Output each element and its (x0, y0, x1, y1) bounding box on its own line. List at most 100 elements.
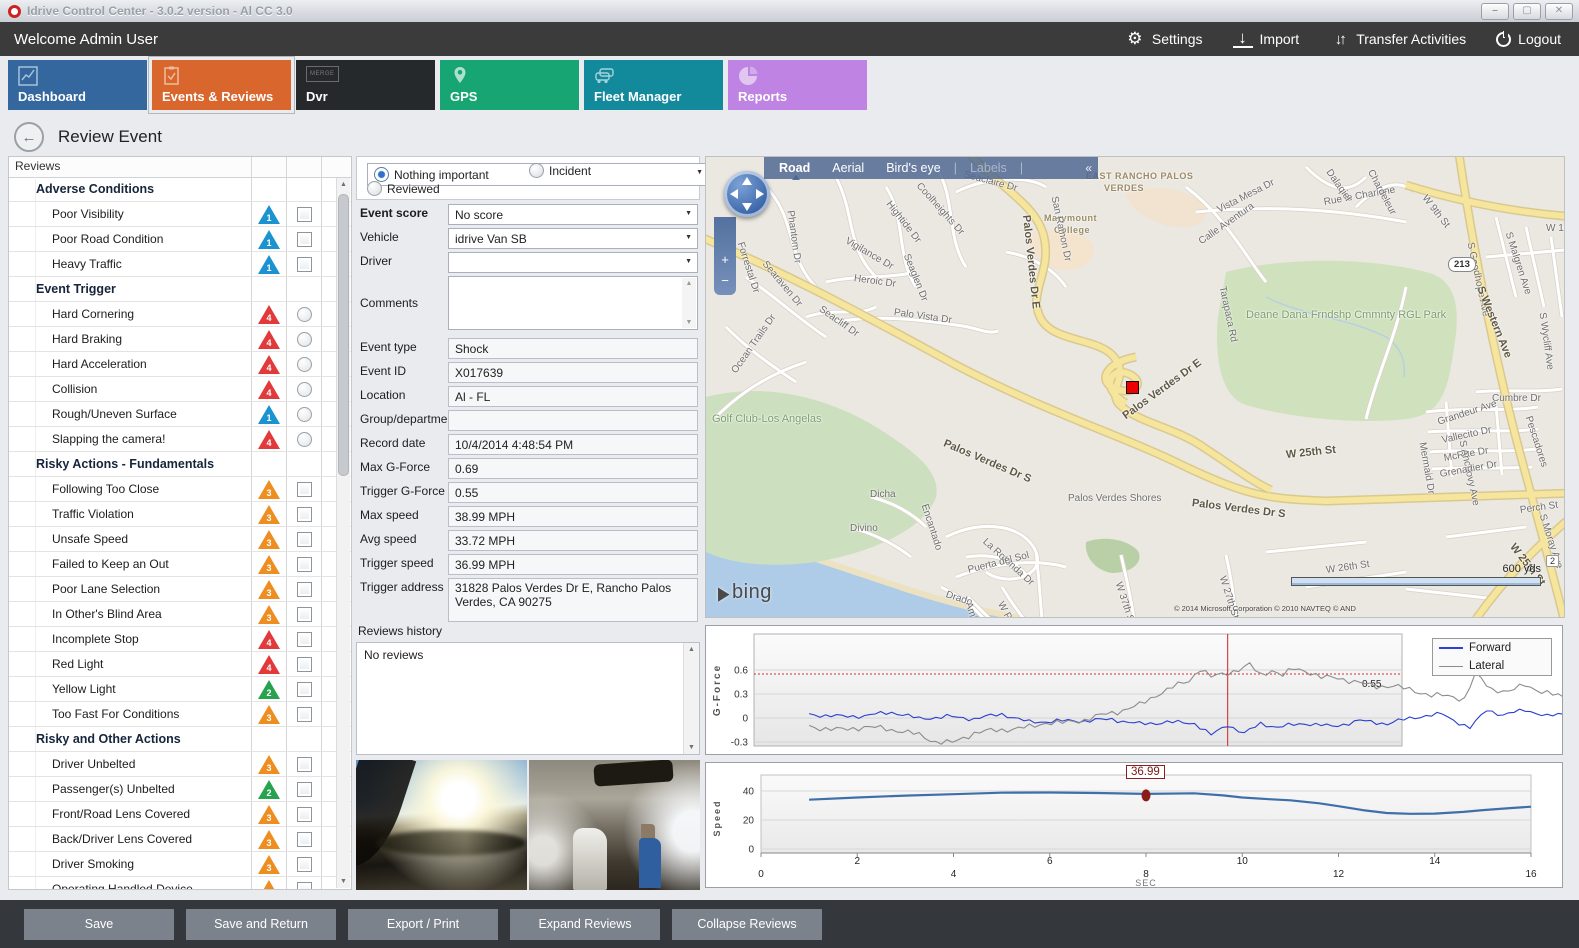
review-item-row[interactable]: Poor Lane Selection3 (9, 577, 351, 602)
bing-map[interactable]: Road Aerial Bird's eye | Labels | « + − … (705, 156, 1565, 618)
review-item-row[interactable]: Driver Smoking3 (9, 852, 351, 877)
tree-collapse-icon[interactable] (9, 452, 36, 476)
checkbox-icon[interactable] (297, 557, 312, 572)
transfer-activities-button[interactable]: ↓↑ Transfer Activities (1329, 29, 1466, 49)
review-item-row[interactable]: Following Too Close3 (9, 477, 351, 502)
review-item-row[interactable]: Passenger(s) Unbelted2 (9, 777, 351, 802)
review-item-row[interactable]: Too Fast For Conditions3 (9, 702, 351, 727)
map-aerial-button[interactable]: Aerial (823, 161, 873, 175)
reviews-history-scrollbar[interactable]: ▲ ▼ (683, 643, 699, 754)
event-location-marker[interactable] (1126, 381, 1139, 394)
review-item-row[interactable]: Operating Handled Device3 (9, 877, 351, 889)
export-print-button[interactable]: Export / Print (348, 909, 498, 940)
review-item-row[interactable]: Heavy Traffic1 (9, 252, 351, 277)
comments-textarea[interactable]: ▲▼ (448, 276, 698, 330)
tab-reports[interactable]: Reports (728, 60, 867, 110)
scroll-down-icon[interactable]: ▼ (337, 875, 350, 888)
checkbox-icon[interactable] (297, 232, 312, 247)
pan-left-icon[interactable] (730, 189, 738, 199)
tab-gps[interactable]: GPS (440, 60, 579, 110)
checkbox-icon[interactable] (297, 657, 312, 672)
map-pan-control[interactable] (724, 171, 770, 217)
scroll-up-icon[interactable]: ▲ (337, 178, 350, 191)
checkbox-icon[interactable] (297, 807, 312, 822)
review-item-row[interactable]: In Other's Blind Area3 (9, 602, 351, 627)
checkbox-icon[interactable] (297, 207, 312, 222)
tab-events-reviews[interactable]: Events & Reviews (152, 60, 291, 110)
checkbox-icon[interactable] (297, 707, 312, 722)
cabin-camera-video[interactable] (529, 760, 700, 890)
map-labels-button[interactable]: Labels (961, 161, 1016, 175)
save-and-return-button[interactable]: Save and Return (186, 909, 336, 940)
pan-up-icon[interactable] (742, 177, 752, 185)
field-select[interactable]: idrive Van SB (448, 228, 698, 249)
logout-button[interactable]: Logout (1496, 31, 1561, 47)
field-select[interactable]: No score (448, 204, 698, 225)
radio-icon[interactable] (297, 382, 312, 397)
radio-icon[interactable] (297, 332, 312, 347)
checkbox-icon[interactable] (297, 507, 312, 522)
checkbox-icon[interactable] (297, 832, 312, 847)
radio-icon[interactable] (297, 357, 312, 372)
review-item-row[interactable]: Slapping the camera!4 (9, 427, 351, 452)
scroll-up-icon[interactable]: ▲ (684, 643, 699, 656)
radio-icon[interactable] (297, 307, 312, 322)
review-item-row[interactable]: Failed to Keep an Out3 (9, 552, 351, 577)
checkbox-icon[interactable] (297, 857, 312, 872)
review-item-row[interactable]: Traffic Violation3 (9, 502, 351, 527)
field-select[interactable] (448, 252, 698, 273)
expand-reviews-button[interactable]: Expand Reviews (510, 909, 660, 940)
close-button[interactable]: ✕ (1545, 3, 1573, 20)
radio-icon[interactable] (297, 407, 312, 422)
review-item-row[interactable]: Red Light4 (9, 652, 351, 677)
review-item-row[interactable]: Yellow Light2 (9, 677, 351, 702)
checkbox-icon[interactable] (297, 782, 312, 797)
review-category-row[interactable]: Risky Actions - Fundamentals (9, 452, 351, 477)
tree-collapse-icon[interactable] (9, 177, 36, 201)
map-birdseye-button[interactable]: Bird's eye (877, 161, 950, 175)
checkbox-icon[interactable] (297, 682, 312, 697)
tab-dashboard[interactable]: Dashboard (8, 60, 147, 110)
tab-dvr[interactable]: MERGE Dvr (296, 60, 435, 110)
maximize-button[interactable]: ▢ (1513, 3, 1541, 20)
checkbox-icon[interactable] (297, 482, 312, 497)
tab-fleet-manager[interactable]: Fleet Manager (584, 60, 723, 110)
checkbox-icon[interactable] (297, 582, 312, 597)
pan-down-icon[interactable] (742, 203, 752, 211)
map-road-button[interactable]: Road (770, 161, 819, 175)
review-item-row[interactable]: Driver Unbelted3 (9, 752, 351, 777)
review-item-row[interactable]: Collision4 (9, 377, 351, 402)
checkbox-icon[interactable] (297, 882, 312, 890)
checkbox-icon[interactable] (297, 532, 312, 547)
map-collapse-button[interactable]: « (1085, 161, 1092, 175)
checkbox-icon[interactable] (297, 607, 312, 622)
reviews-scrollbar[interactable]: ▲ ▼ (336, 178, 350, 888)
pan-right-icon[interactable] (756, 189, 764, 199)
radio-icon[interactable] (297, 432, 312, 447)
review-item-row[interactable]: Unsafe Speed3 (9, 527, 351, 552)
review-category-row[interactable]: Event Trigger (9, 277, 351, 302)
review-item-row[interactable]: Poor Visibility1 (9, 202, 351, 227)
zoom-out-button[interactable]: − (721, 274, 729, 287)
review-item-row[interactable]: Incomplete Stop4 (9, 627, 351, 652)
zoom-in-button[interactable]: + (721, 253, 729, 266)
minimize-button[interactable]: – (1481, 3, 1509, 20)
review-category-row[interactable]: Risky and Other Actions (9, 727, 351, 752)
checkbox-icon[interactable] (297, 632, 312, 647)
scrollbar-thumb[interactable] (338, 194, 349, 476)
checkbox-icon[interactable] (297, 757, 312, 772)
review-item-row[interactable]: Hard Braking4 (9, 327, 351, 352)
scroll-down-icon[interactable]: ▼ (684, 741, 699, 754)
back-button[interactable]: ← (14, 122, 44, 152)
radio-reviewed[interactable]: Reviewed (367, 181, 440, 196)
collapse-reviews-button[interactable]: Collapse Reviews (672, 909, 822, 940)
tree-collapse-icon[interactable] (9, 727, 36, 751)
radio-incident[interactable]: Incident (529, 163, 591, 178)
review-item-row[interactable]: Hard Acceleration4 (9, 352, 351, 377)
textarea-scrollbar[interactable]: ▲▼ (682, 278, 696, 328)
review-item-row[interactable]: Hard Cornering4 (9, 302, 351, 327)
tree-collapse-icon[interactable] (9, 277, 36, 301)
review-item-row[interactable]: Rough/Uneven Surface1 (9, 402, 351, 427)
checkbox-icon[interactable] (297, 257, 312, 272)
save-button[interactable]: Save (24, 909, 174, 940)
